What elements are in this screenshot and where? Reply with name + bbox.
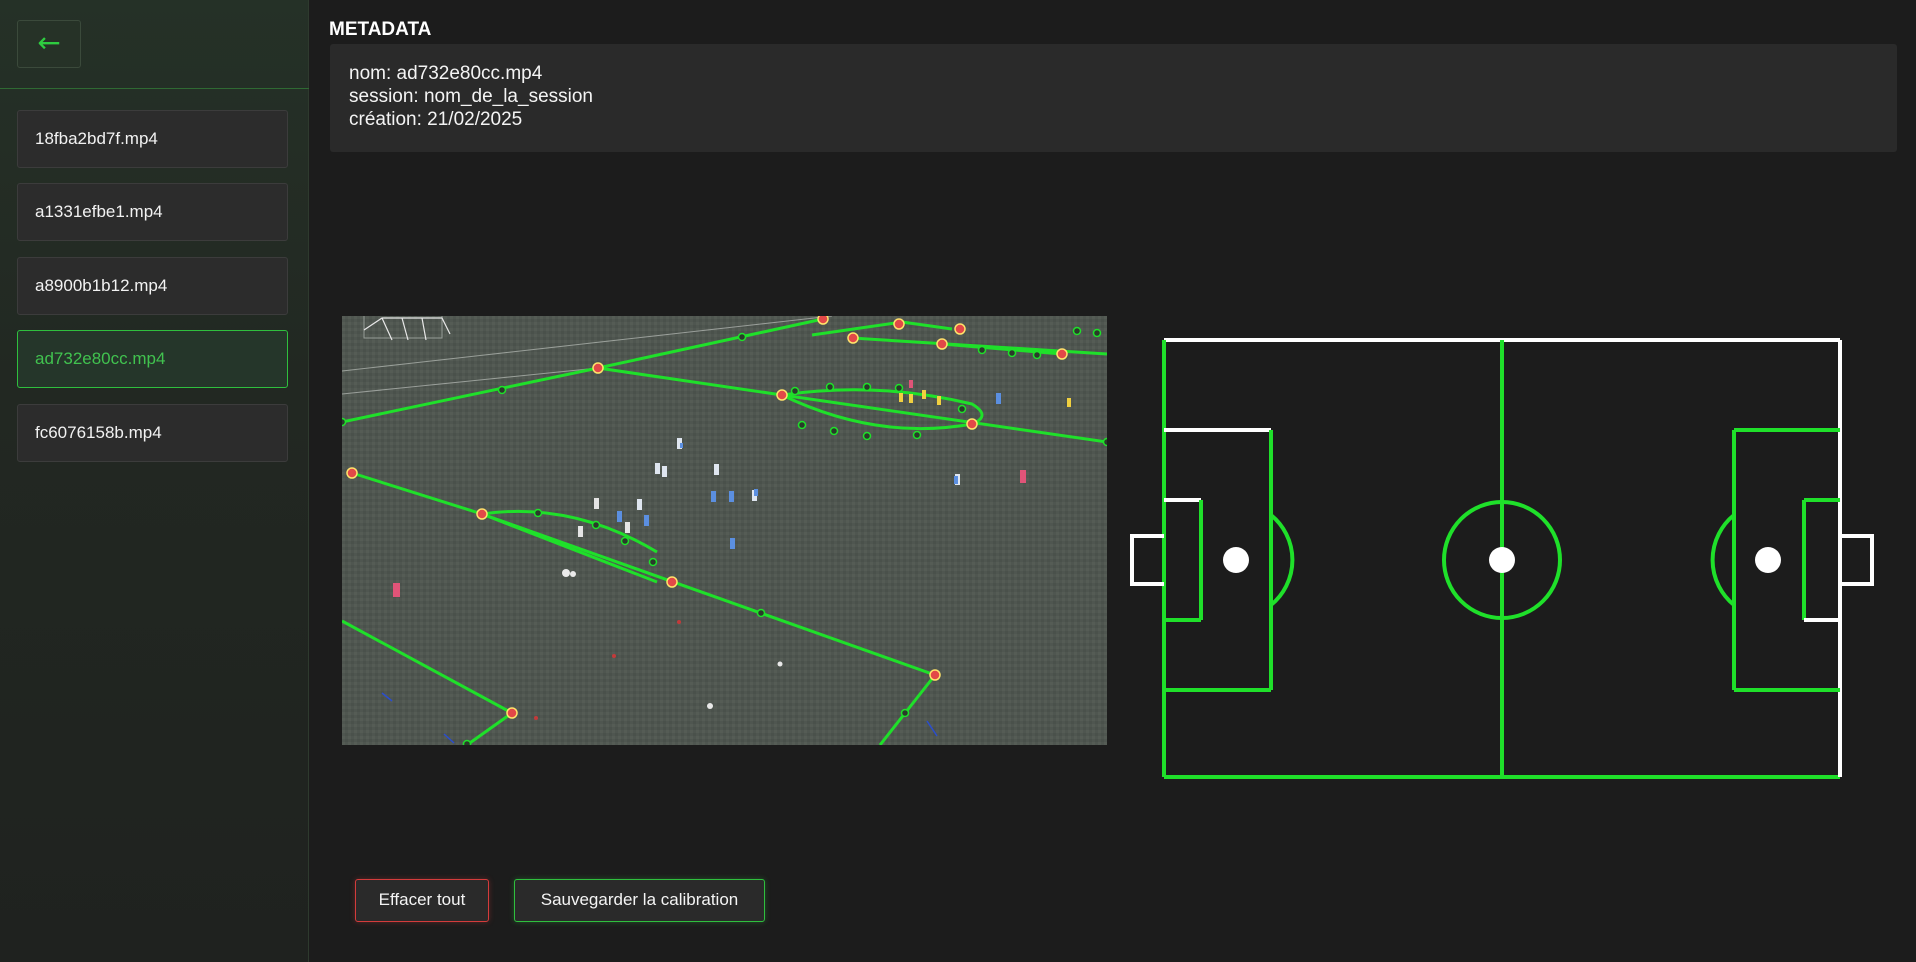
- camera-view[interactable]: [342, 316, 1107, 745]
- file-item-a1331efbe1[interactable]: a1331efbe1.mp4: [17, 183, 288, 241]
- file-item-label: a8900b1b12.mp4: [35, 276, 168, 295]
- back-button[interactable]: ←: [17, 20, 81, 68]
- center-spot: [1489, 547, 1515, 573]
- left-penalty-arc: [1269, 513, 1295, 607]
- right-penalty-spot: [1755, 547, 1781, 573]
- file-item-label: fc6076158b.mp4: [35, 423, 162, 442]
- right-goal: [1840, 534, 1874, 586]
- camera-frame[interactable]: [342, 316, 1107, 745]
- left-goal: [1130, 534, 1164, 586]
- right-penalty-arc: [1710, 513, 1736, 607]
- left-penalty-spot: [1223, 547, 1249, 573]
- metadata-title: METADATA: [329, 19, 432, 40]
- metadata-panel: nom: ad732e80cc.mp4 session: nom_de_la_s…: [330, 44, 1897, 152]
- metadata-name: nom: ad732e80cc.mp4: [349, 63, 543, 84]
- file-item-label: ad732e80cc.mp4: [35, 349, 166, 368]
- metadata-session: session: nom_de_la_session: [349, 86, 593, 107]
- file-item-ad732e80cc[interactable]: ad732e80cc.mp4: [17, 330, 288, 388]
- pitch-diagram[interactable]: [1125, 328, 1895, 788]
- metadata-creation-date: création: 21/02/2025: [349, 109, 523, 130]
- clear-all-button[interactable]: Effacer tout: [355, 879, 489, 922]
- sidebar-divider: [0, 88, 309, 89]
- file-item-a8900b1b12[interactable]: a8900b1b12.mp4: [17, 257, 288, 315]
- arrow-left-icon: ←: [37, 26, 61, 59]
- save-calibration-button[interactable]: Sauvegarder la calibration: [514, 879, 765, 922]
- file-item-label: a1331efbe1.mp4: [35, 202, 163, 221]
- file-item-18fba2bd7f[interactable]: 18fba2bd7f.mp4: [17, 110, 288, 168]
- file-item-label: 18fba2bd7f.mp4: [35, 129, 158, 148]
- turf-background: [342, 316, 1107, 745]
- sidebar: ← 18fba2bd7f.mp4 a1331efbe1.mp4 a8900b1b…: [0, 0, 309, 962]
- file-item-fc6076158b[interactable]: fc6076158b.mp4: [17, 404, 288, 462]
